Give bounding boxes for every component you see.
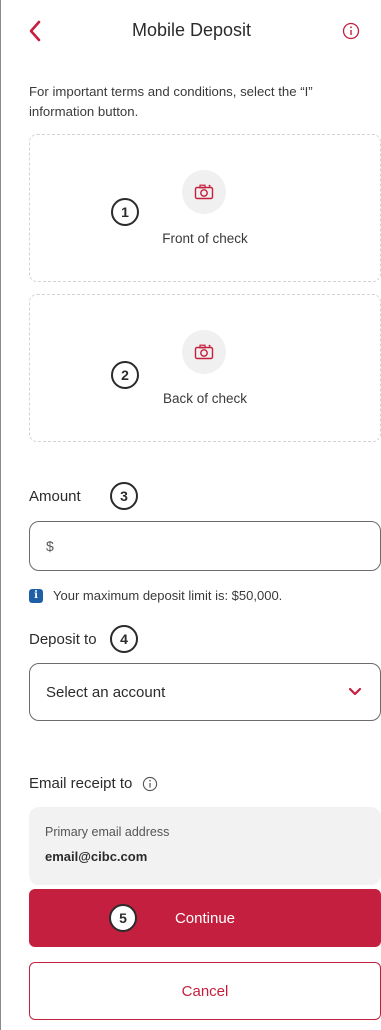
deposit-to-label: Deposit to	[29, 631, 97, 648]
front-of-check-capture[interactable]: Front of check	[29, 134, 381, 282]
step-marker-2: 2	[111, 361, 139, 389]
amount-input[interactable]	[29, 521, 381, 571]
page-title: Mobile Deposit	[131, 20, 252, 40]
email-receipt-label: Email receipt to	[29, 775, 133, 792]
cancel-button[interactable]: Cancel	[29, 962, 381, 1020]
continue-label: Continue	[174, 909, 236, 927]
step-marker-4: 4	[110, 625, 138, 653]
back-of-check-label: Back of check	[162, 391, 248, 406]
terms-instructions: For important terms and conditions, sele…	[29, 84, 313, 119]
account-select[interactable]: Select an account	[29, 663, 381, 721]
front-of-check-label: Front of check	[162, 231, 248, 246]
info-square-icon: i	[29, 588, 43, 603]
camera-icon	[194, 344, 214, 360]
deposit-limit-note: i Your maximum deposit limit is: $50,000…	[29, 588, 282, 603]
amount-label: Amount	[29, 488, 81, 505]
deposit-limit-text: Your maximum deposit limit is: $50,000.	[53, 588, 283, 603]
camera-button	[182, 330, 226, 374]
chevron-down-icon	[348, 687, 362, 696]
cancel-label: Cancel	[181, 982, 229, 1000]
header: Mobile Deposit	[1, 0, 381, 62]
step-marker-1: 1	[111, 198, 139, 226]
back-of-check-capture[interactable]: Back of check	[29, 294, 381, 442]
continue-button[interactable]: Continue	[29, 889, 381, 947]
email-address: email@cibc.com	[45, 849, 148, 864]
camera-icon	[194, 184, 214, 200]
info-circle-icon[interactable]	[342, 22, 360, 40]
email-receipt-row: Email receipt to	[29, 775, 158, 792]
mobile-deposit-screen: Mobile Deposit For important terms and c…	[0, 0, 381, 1030]
step-marker-5: 5	[109, 904, 137, 932]
info-circle-icon[interactable]	[142, 776, 158, 792]
email-receipt-box: Primary email address email@cibc.com	[29, 807, 381, 885]
camera-button	[182, 170, 226, 214]
step-marker-3: 3	[110, 482, 138, 510]
email-caption: Primary email address	[45, 825, 170, 839]
account-select-value: Select an account	[46, 684, 166, 701]
